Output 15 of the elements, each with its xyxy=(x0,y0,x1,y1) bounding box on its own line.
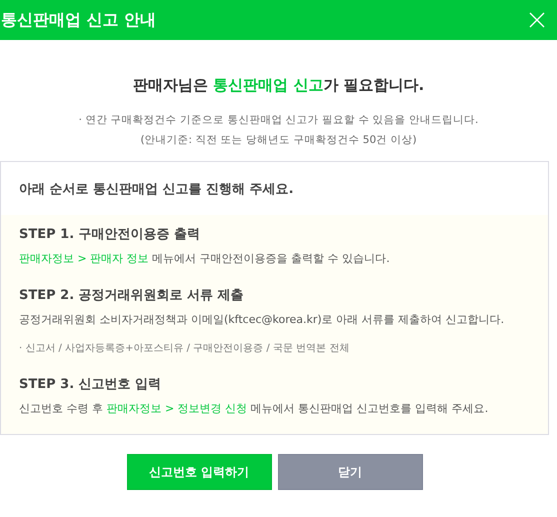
step-title: STEP 2. 공정거래위원회로 서류 제출 xyxy=(19,287,245,304)
close-dialog-button[interactable]: 닫기 xyxy=(278,454,422,490)
document-list: · 신고서 / 사업자등록증+아포스티유 / 구매안전이용증 / 국문 번역본 전체 xyxy=(19,341,530,355)
step-title: STEP 3. 신고번호 입력 xyxy=(19,376,162,393)
notice-text: · 연간 구매확정건수 기준으로 통신판매업 신고가 필요할 수 있음을 안내드립니다. xyxy=(78,113,478,127)
window-title: 통신판매업 신고 안내 xyxy=(0,10,156,30)
close-button[interactable] xyxy=(529,12,545,28)
step-description: 판매자정보 > 판매자 정보 메뉴에서 구매안전이용증을 출력할 수 있습니다. xyxy=(19,251,391,266)
headline: 판매자님은 통신판매업 신고가 필요합니다. xyxy=(132,76,426,95)
step-description: 신고번호 수령 후 판매자정보 > 정보변경 신청 메뉴에서 통신판매업 신고번호를 입력해 주세요. xyxy=(19,401,490,416)
notice-text: (안내기준: 직전 또는 당해년도 구매확정건수 50건 이상) xyxy=(140,133,417,147)
close-icon xyxy=(529,12,545,28)
submit-button[interactable]: 신고번호 입력하기 xyxy=(126,454,272,490)
step-description: 공정거래위원회 소비자거래정책과 이메일(kftcec@korea.kr)로 아래 서류를 제출하여 신고합니다. xyxy=(19,312,506,327)
step-title: STEP 1. 구매안전이용증 출력 xyxy=(19,226,202,243)
